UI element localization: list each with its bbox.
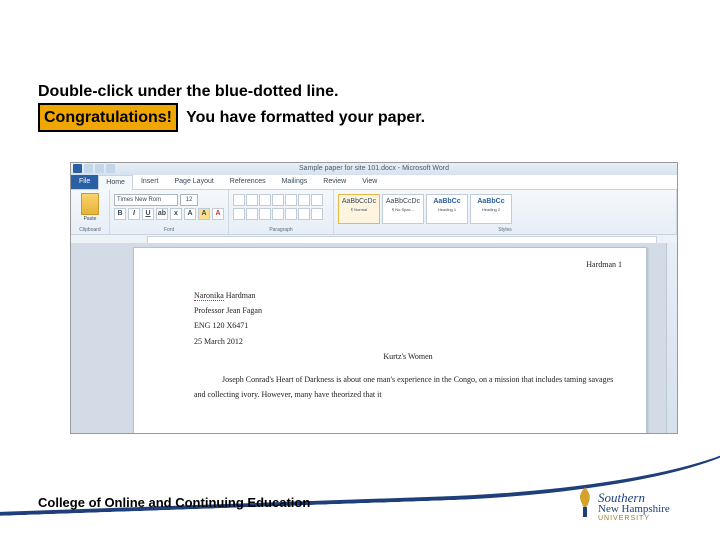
style-heading-1[interactable]: AaBbCc Heading 1 — [426, 194, 468, 224]
student-name-line: Naronika Hardman — [194, 288, 622, 303]
undo-icon[interactable] — [95, 164, 104, 173]
tab-page-layout[interactable]: Page Layout — [166, 175, 221, 189]
word-icon — [73, 164, 82, 173]
subscript-button[interactable]: x — [170, 208, 182, 220]
tab-insert[interactable]: Insert — [133, 175, 167, 189]
slide: Double-click under the blue-dotted line.… — [0, 0, 720, 540]
logo-line-3: UNIVERSITY — [598, 515, 696, 522]
page[interactable]: Hardman 1 Naronika Hardman Professor Jea… — [133, 247, 647, 433]
styles-group-label: Styles — [334, 227, 676, 233]
style-name: Heading 2 — [472, 206, 510, 213]
font-size-combo[interactable]: 12 — [180, 194, 198, 206]
window-title-bar: Sample paper for site 101.docx - Microso… — [71, 163, 677, 175]
redo-icon[interactable] — [106, 164, 115, 173]
tab-mailings[interactable]: Mailings — [274, 175, 316, 189]
tab-home[interactable]: Home — [98, 175, 133, 191]
footer-band: College of Online and Continuing Educati… — [0, 440, 720, 540]
ribbon-tabs: File Home Insert Page Layout References … — [71, 175, 677, 190]
style-heading-2[interactable]: AaBbCc Heading 2 — [470, 194, 512, 224]
tab-references[interactable]: References — [222, 175, 274, 189]
decorative-swoop — [0, 425, 720, 518]
group-paragraph: Paragraph — [229, 190, 334, 234]
align-right-button[interactable] — [259, 208, 271, 220]
group-clipboard: Paste Clipboard — [71, 190, 110, 234]
logo-line-1: Southern — [598, 491, 696, 504]
bullets-button[interactable] — [233, 194, 245, 206]
font-name-combo[interactable]: Times New Rom — [114, 194, 178, 206]
instructions-block: Double-click under the blue-dotted line.… — [38, 80, 425, 132]
instruction-line-2-rest: You have formatted your paper. — [182, 109, 425, 126]
professor-line: Professor Jean Fagan — [194, 303, 622, 318]
group-styles: AaBbCcDc ¶ Normal AaBbCcDc ¶ No Spac... … — [334, 190, 677, 234]
font-group-label: Font — [110, 227, 228, 233]
style-sample: AaBbCcDc — [384, 198, 422, 205]
date-line: 25 March 2012 — [194, 334, 622, 349]
underline-button[interactable]: U — [142, 208, 154, 220]
instruction-line-2: Congratulations! You have formatted your… — [38, 103, 425, 132]
style-name: ¶ No Spac... — [384, 206, 422, 213]
congratulations-highlight: Congratulations! — [38, 103, 178, 132]
page-header: Hardman 1 — [586, 260, 622, 269]
align-left-button[interactable] — [233, 208, 245, 220]
text-effects-button[interactable]: A — [184, 208, 196, 220]
footer-text: College of Online and Continuing Educati… — [38, 495, 310, 510]
paste-label: Paste — [75, 216, 105, 222]
tab-file[interactable]: File — [71, 175, 98, 189]
paragraph-group-label: Paragraph — [229, 227, 333, 233]
student-last-name: Hardman — [224, 291, 256, 300]
style-normal[interactable]: AaBbCcDc ¶ Normal — [338, 194, 380, 224]
style-name: ¶ Normal — [340, 206, 378, 213]
save-icon[interactable] — [84, 164, 93, 173]
style-no-spacing[interactable]: AaBbCcDc ¶ No Spac... — [382, 194, 424, 224]
style-name: Heading 1 — [428, 206, 466, 213]
borders-button[interactable] — [311, 208, 323, 220]
essay-title: Kurtz's Women — [194, 349, 622, 364]
course-line: ENG 120 X6471 — [194, 318, 622, 333]
justify-button[interactable] — [272, 208, 284, 220]
style-gallery[interactable]: AaBbCcDc ¶ Normal AaBbCcDc ¶ No Spac... … — [338, 194, 672, 224]
torch-icon — [574, 485, 596, 519]
show-marks-button[interactable] — [311, 194, 323, 206]
increase-indent-button[interactable] — [285, 194, 297, 206]
sort-button[interactable] — [298, 194, 310, 206]
clipboard-group-label: Clipboard — [71, 227, 109, 233]
numbering-button[interactable] — [246, 194, 258, 206]
document-area[interactable]: Hardman 1 Naronika Hardman Professor Jea… — [71, 243, 677, 433]
vertical-scrollbar[interactable] — [666, 243, 677, 433]
strike-button[interactable]: ab — [156, 208, 168, 220]
logo-line-2: New Hampshire — [598, 504, 696, 515]
italic-button[interactable]: I — [128, 208, 140, 220]
paste-icon[interactable] — [81, 193, 99, 215]
window-title-text: Sample paper for site 101.docx - Microso… — [299, 165, 449, 172]
quick-access-toolbar — [73, 164, 115, 173]
snhu-logo: Southern New Hampshire UNIVERSITY — [578, 491, 696, 522]
page-body: Naronika Hardman Professor Jean Fagan EN… — [194, 288, 622, 410]
style-sample: AaBbCc — [472, 198, 510, 205]
align-center-button[interactable] — [246, 208, 258, 220]
decrease-indent-button[interactable] — [272, 194, 284, 206]
instruction-line-1: Double-click under the blue-dotted line. — [38, 80, 425, 103]
essay-paragraph: Joseph Conrad's Heart of Darkness is abo… — [194, 372, 622, 402]
ribbon: Paste Clipboard Times New Rom 12 B I U a… — [71, 190, 677, 235]
group-font: Times New Rom 12 B I U ab x A A A Font — [110, 190, 229, 234]
word-window: Sample paper for site 101.docx - Microso… — [70, 162, 678, 434]
shading-button[interactable] — [298, 208, 310, 220]
style-sample: AaBbCcDc — [340, 198, 378, 205]
multilevel-button[interactable] — [259, 194, 271, 206]
line-spacing-button[interactable] — [285, 208, 297, 220]
tab-view[interactable]: View — [354, 175, 385, 189]
style-sample: AaBbCc — [428, 198, 466, 205]
spellcheck-squiggle: Naronika — [194, 291, 224, 301]
font-color-button[interactable]: A — [212, 208, 224, 220]
tab-review[interactable]: Review — [315, 175, 354, 189]
bold-button[interactable]: B — [114, 208, 126, 220]
highlight-button[interactable]: A — [198, 208, 210, 220]
